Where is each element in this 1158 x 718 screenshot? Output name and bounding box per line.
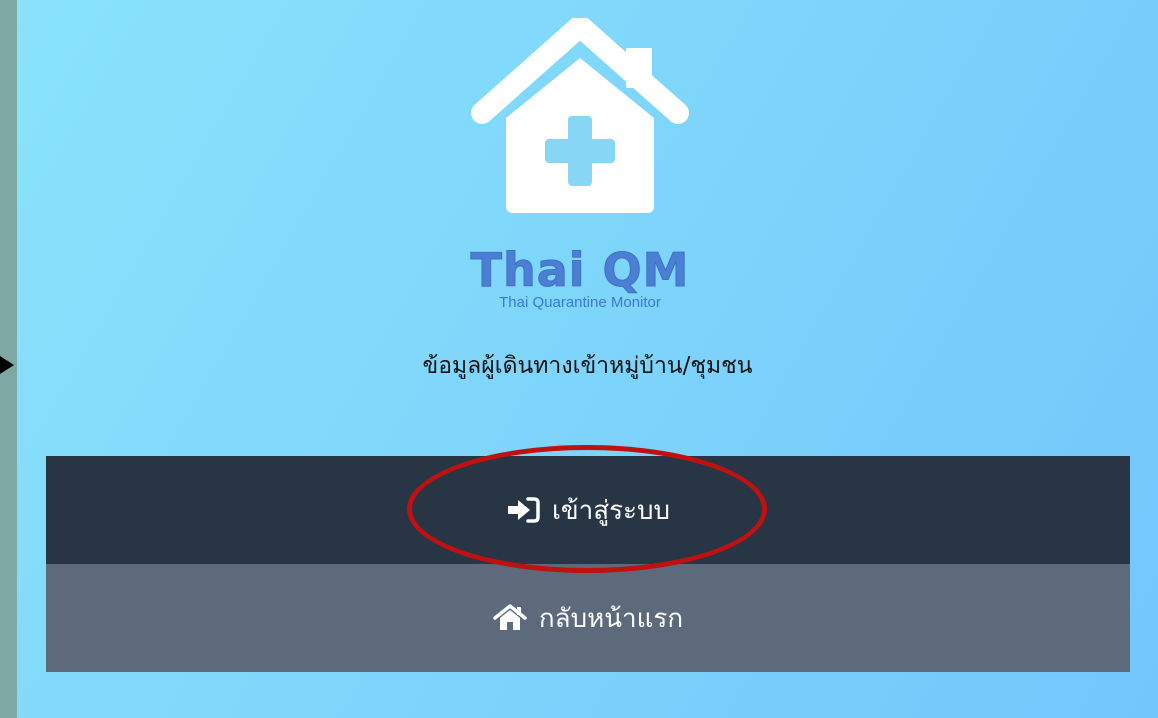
back-home-button-label: กลับหน้าแรก <box>538 603 684 634</box>
login-button[interactable]: เข้าสู่ระบบ <box>46 456 1130 564</box>
sign-in-icon <box>506 495 540 525</box>
pointer-arrow-icon <box>0 356 14 374</box>
brand-title: Thai QM <box>470 243 690 297</box>
house-medical-logo-icon <box>460 15 700 218</box>
page: Thai QM Thai Quarantine Monitor ข้อมูลผู… <box>0 0 1158 718</box>
brand-subtitle: Thai Quarantine Monitor <box>499 294 661 311</box>
home-icon <box>493 603 527 633</box>
back-home-button[interactable]: กลับหน้าแรก <box>46 564 1130 672</box>
page-heading: ข้อมูลผู้เดินทางเข้าหมู่บ้าน/ชุมชน <box>422 353 753 379</box>
login-button-label: เข้าสู่ระบบ <box>551 495 671 526</box>
